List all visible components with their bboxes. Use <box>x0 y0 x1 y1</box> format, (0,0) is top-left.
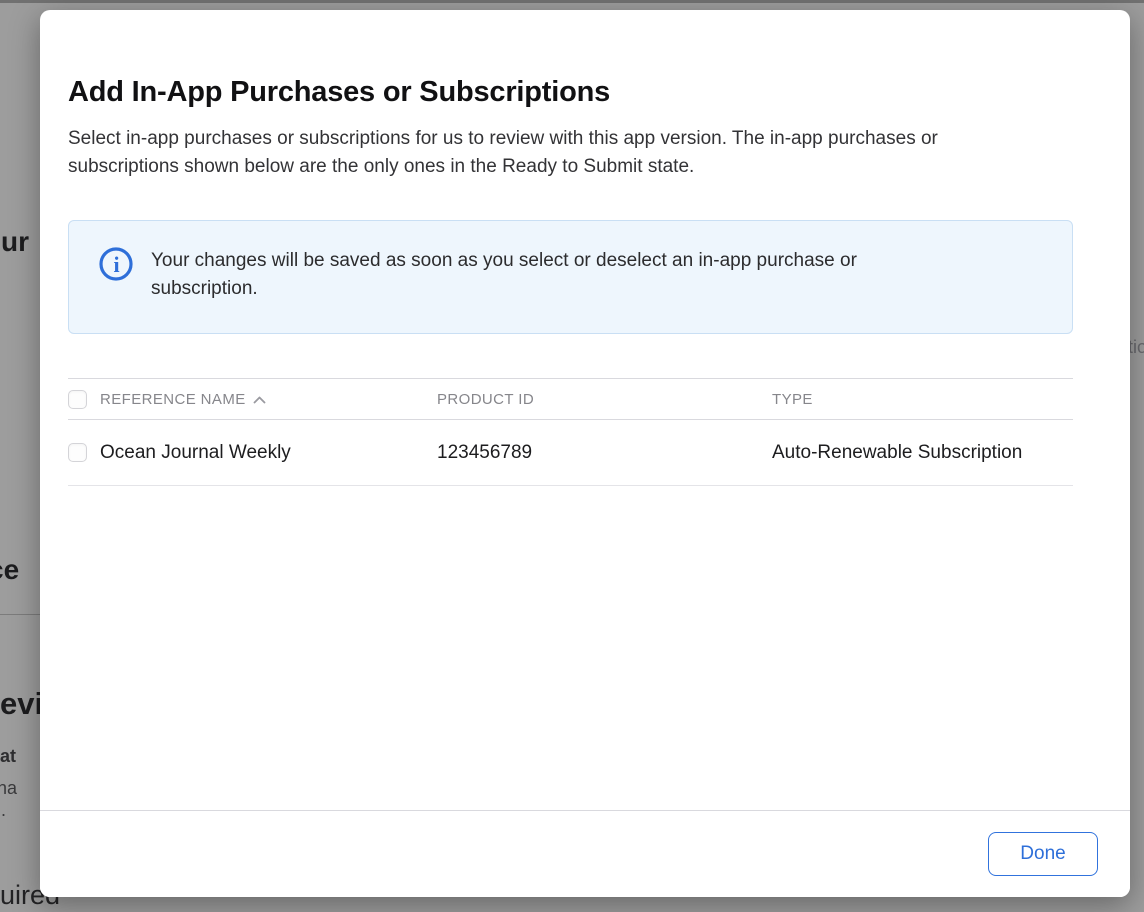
info-circle-icon: i <box>99 247 133 281</box>
cell-product-id: 123456789 <box>437 442 772 464</box>
dialog-footer: Done <box>40 810 1130 897</box>
backdrop-text-fragment: evi <box>0 686 43 722</box>
iap-table-row: Ocean Journal Weekly 123456789 Auto-Rene… <box>68 420 1073 486</box>
select-all-checkbox[interactable] <box>68 390 87 409</box>
backdrop-text-fragment: at <box>0 746 16 767</box>
done-button[interactable]: Done <box>988 832 1098 876</box>
column-header-reference-name[interactable]: REFERENCE NAME <box>100 391 437 408</box>
backdrop-text-fragment: ur <box>1 226 29 258</box>
chevron-up-icon <box>253 391 266 408</box>
autosave-notice-banner: i Your changes will be saved as soon as … <box>68 220 1073 334</box>
backdrop-text-fragment: tio <box>1128 337 1144 358</box>
backdrop-text-fragment: na <box>0 778 17 799</box>
column-header-product-id[interactable]: PRODUCT ID <box>437 391 772 408</box>
add-iap-dialog: Add In-App Purchases or Subscriptions Se… <box>40 10 1130 897</box>
row-select-checkbox[interactable] <box>68 443 87 462</box>
backdrop-text-fragment: . <box>1 800 6 821</box>
backdrop-top-line <box>0 0 1144 3</box>
iap-table-header-row: REFERENCE NAME PRODUCT ID TYPE <box>68 378 1073 420</box>
backdrop-divider-fragment <box>0 614 40 615</box>
column-header-label: REFERENCE NAME <box>100 391 246 408</box>
column-header-label: PRODUCT ID <box>437 391 534 408</box>
autosave-notice-text: Your changes will be saved as soon as yo… <box>151 247 951 303</box>
backdrop-text-fragment: ce <box>0 554 19 586</box>
dialog-title: Add In-App Purchases or Subscriptions <box>68 74 1073 110</box>
column-header-label: TYPE <box>772 391 813 408</box>
dialog-description: Select in-app purchases or subscriptions… <box>68 125 1053 180</box>
iap-table: REFERENCE NAME PRODUCT ID TYPE <box>68 378 1073 486</box>
column-header-type[interactable]: TYPE <box>772 391 1073 408</box>
cell-type: Auto-Renewable Subscription <box>772 442 1073 464</box>
svg-text:i: i <box>113 252 119 277</box>
cell-reference-name: Ocean Journal Weekly <box>100 442 437 464</box>
